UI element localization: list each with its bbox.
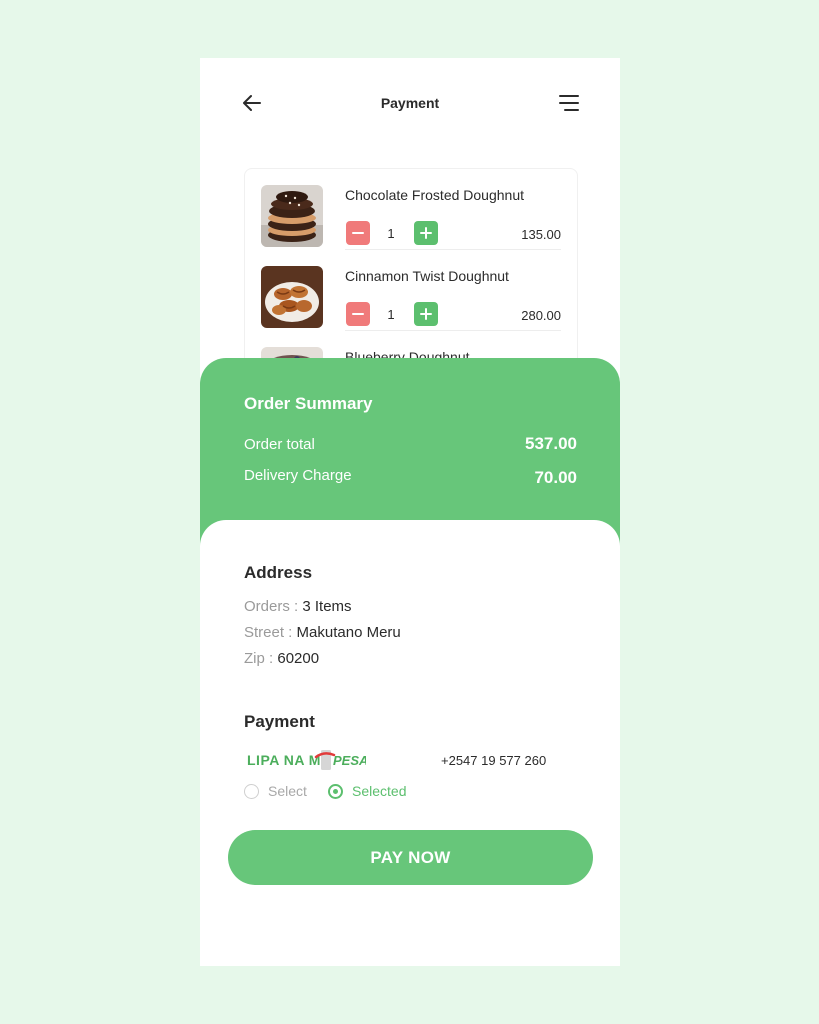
increase-quantity-button[interactable] <box>414 302 438 326</box>
pay-now-button[interactable]: PAY NOW <box>228 830 593 885</box>
mpesa-phone-number: +2547 19 577 260 <box>441 753 547 768</box>
quantity-value: 1 <box>387 226 395 241</box>
street-value: Makutano Meru <box>296 624 401 641</box>
radio-selected-icon <box>328 783 343 799</box>
zip-label: Zip : <box>244 650 274 667</box>
item-price: 135.00 <box>521 227 561 242</box>
street-label: Street : <box>244 624 293 641</box>
product-image <box>261 185 323 247</box>
order-total-value: 537.00 <box>525 434 577 453</box>
payment-option-label: Select <box>268 783 307 799</box>
payment-option-selected[interactable]: Selected <box>328 783 406 799</box>
item-price: 280.00 <box>521 308 561 323</box>
payment-screen: Payment Chocolate Frosted Doughnut 1 135… <box>200 58 620 966</box>
page-title: Payment <box>380 95 440 111</box>
orders-value: 3 Items <box>302 598 352 615</box>
increase-quantity-button[interactable] <box>414 221 438 245</box>
order-summary-title: Order Summary <box>244 394 373 413</box>
product-image <box>261 266 323 328</box>
address-street-row: Street : Makutano Meru <box>244 624 401 641</box>
address-orders-row: Orders : 3 Items <box>244 598 352 615</box>
address-title: Address <box>244 563 313 582</box>
payment-option-label: Selected <box>352 783 407 799</box>
order-total-label: Order total <box>244 436 315 453</box>
delivery-charge-label: Delivery Charge <box>244 467 352 484</box>
item-name: Cinnamon Twist Doughnut <box>345 268 509 284</box>
cart-item: Chocolate Frosted Doughnut 1 135.00 <box>245 169 577 250</box>
decrease-quantity-button[interactable] <box>346 302 370 326</box>
item-name: Chocolate Frosted Doughnut <box>345 187 524 203</box>
decrease-quantity-button[interactable] <box>346 221 370 245</box>
orders-label: Orders : <box>244 598 299 615</box>
delivery-charge-value: 70.00 <box>534 468 577 487</box>
address-zip-row: Zip : 60200 <box>244 650 319 667</box>
quantity-value: 1 <box>387 307 395 322</box>
checkout-details-panel: Address Orders : 3 Items Street : Makuta… <box>200 520 620 966</box>
mpesa-logo: LIPA NA M PESA <box>246 747 368 773</box>
payment-title: Payment <box>244 712 315 731</box>
menu-icon[interactable] <box>558 92 580 114</box>
cart-item: Cinnamon Twist Doughnut 1 280.00 <box>245 250 577 331</box>
svg-text:PESA: PESA <box>333 753 366 768</box>
payment-option-select[interactable]: Select <box>244 783 307 799</box>
radio-unselected-icon <box>244 783 259 799</box>
svg-text:LIPA NA M: LIPA NA M <box>247 752 321 768</box>
zip-value: 60200 <box>277 650 320 667</box>
